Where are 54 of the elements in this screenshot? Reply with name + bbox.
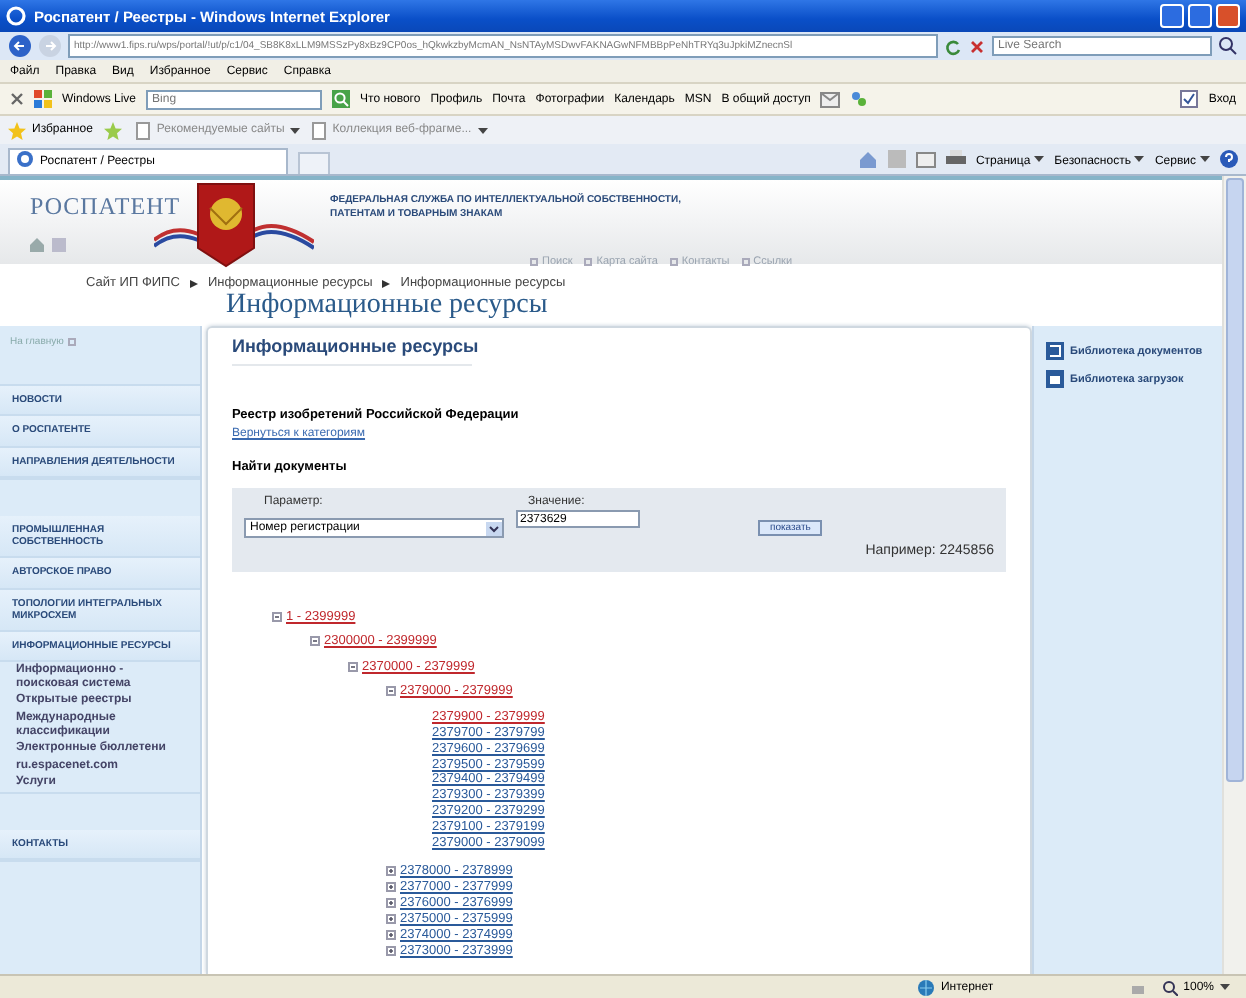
expand-icon[interactable]	[386, 946, 396, 956]
mail-icon[interactable]	[915, 152, 936, 168]
printer-icon[interactable]	[945, 150, 966, 168]
book-icon	[1046, 342, 1064, 360]
zoom-icon	[1161, 979, 1178, 995]
maximize-button[interactable]	[1188, 4, 1212, 28]
checkbox-icon[interactable]	[1180, 90, 1199, 108]
messenger-icon[interactable]	[850, 90, 869, 108]
search-icon[interactable]	[1218, 36, 1238, 56]
expand-icon[interactable]	[386, 882, 396, 892]
caret-icon	[290, 127, 301, 133]
collapse-icon[interactable]	[272, 611, 282, 622]
globe-icon	[918, 979, 935, 995]
back-icon[interactable]	[8, 34, 32, 58]
square-icon	[741, 258, 750, 266]
site-logo: РОСПАТЕНТ	[30, 192, 183, 222]
home-icon[interactable]	[857, 150, 878, 168]
page-icon	[312, 121, 327, 139]
stop-icon[interactable]	[968, 37, 986, 55]
star-icon	[8, 121, 26, 139]
arrow-icon	[189, 279, 198, 287]
caret-icon	[1220, 984, 1230, 990]
expand-icon[interactable]	[386, 898, 396, 908]
minimize-button[interactable]	[1160, 4, 1184, 28]
expand-icon[interactable]	[386, 930, 396, 940]
scrollbar[interactable]	[1222, 176, 1246, 974]
refresh-icon[interactable]	[944, 37, 962, 55]
help-icon[interactable]	[1220, 150, 1238, 168]
square-icon	[67, 338, 76, 346]
section-heading: Информационные ресурсы	[232, 336, 472, 366]
site-icon	[16, 150, 34, 168]
dropdown-arrow-icon	[486, 521, 502, 535]
caret-icon	[477, 127, 488, 133]
expand-icon[interactable]	[386, 866, 396, 876]
collapse-icon[interactable]	[386, 686, 396, 697]
expand-icon[interactable]	[386, 914, 396, 924]
close-icon[interactable]	[10, 92, 24, 106]
scroll-thumb[interactable]	[1226, 178, 1244, 782]
square-icon	[669, 258, 678, 266]
windows-flag-icon	[34, 90, 52, 108]
caret-icon	[1200, 156, 1210, 162]
page-icon	[136, 121, 151, 139]
page-title: Информационные ресурсы	[224, 290, 550, 324]
square-icon	[530, 258, 538, 266]
arrow-icon	[382, 279, 391, 287]
browser-logo-icon	[6, 6, 26, 26]
folder-icon	[1046, 370, 1064, 388]
close-button[interactable]	[1216, 4, 1240, 28]
mail-icon[interactable]	[820, 91, 841, 107]
square-icon	[584, 258, 593, 266]
collapse-icon[interactable]	[348, 661, 358, 672]
caret-icon	[1134, 156, 1145, 162]
caret-icon	[1034, 156, 1045, 162]
collapse-icon[interactable]	[310, 636, 320, 647]
